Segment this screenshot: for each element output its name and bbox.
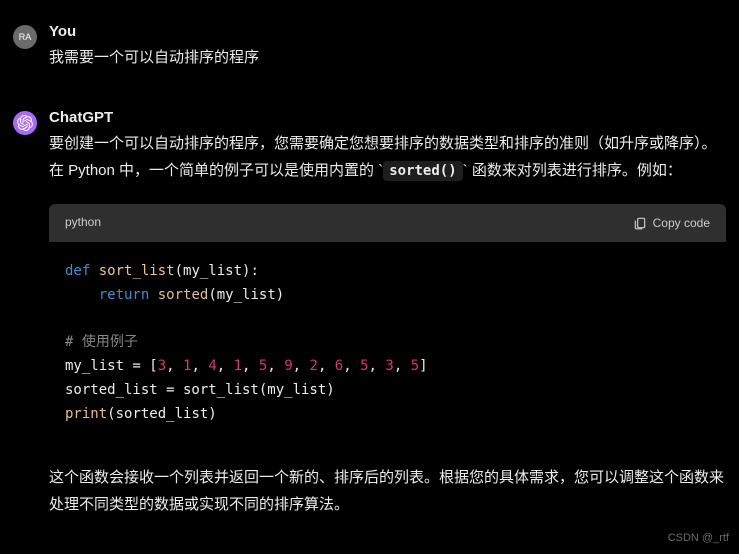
assistant-message-body: ChatGPT 要创建一个可以自动排序的程序，您需要确定您想要排序的数据类型和排… <box>49 109 726 518</box>
code-block: python Copy code def sort_list(my_list):… <box>49 204 726 444</box>
assistant-paragraph-1: 要创建一个可以自动排序的程序，您需要确定您想要排序的数据类型和排序的准则（如升序… <box>49 130 726 184</box>
fn-sig: (my_list): <box>175 263 259 279</box>
chatgpt-icon <box>17 115 33 131</box>
code-language-label: python <box>65 212 101 234</box>
call-args: (my_list) <box>208 287 284 303</box>
user-avatar: RA <box>13 25 37 49</box>
call-sorted: sorted <box>158 287 209 303</box>
user-content: 我需要一个可以自动排序的程序 <box>49 44 726 71</box>
list-close: ] <box>419 358 427 374</box>
assistant-paragraph-2: 这个函数会接收一个列表并返回一个新的、排序后的列表。根据您的具体需求，您可以调整… <box>49 464 726 518</box>
kw-return: return <box>99 287 150 303</box>
user-sender-label: You <box>49 23 726 40</box>
call-print: print <box>65 406 107 422</box>
list-open: my_list = [ <box>65 358 158 374</box>
para1-text-b: 函数来对列表进行排序。例如： <box>468 162 682 179</box>
assistant-message: ChatGPT 要创建一个可以自动排序的程序，您需要确定您想要排序的数据类型和排… <box>13 109 726 518</box>
copy-code-button[interactable]: Copy code <box>633 216 710 230</box>
user-message: RA You 我需要一个可以自动排序的程序 <box>13 23 726 71</box>
code-header: python Copy code <box>49 204 726 242</box>
inline-code: sorted() <box>383 161 462 181</box>
kw-def: def <box>65 263 90 279</box>
avatar-initials: RA <box>19 32 32 42</box>
assistant-avatar <box>13 111 37 135</box>
copy-code-label: Copy code <box>653 216 710 230</box>
number-list: 3, 1, 4, 1, 5, 9, 2, 6, 5, 3, 5 <box>158 358 419 374</box>
print-args: (sorted_list) <box>107 406 217 422</box>
watermark: CSDN @_rtf <box>668 532 729 544</box>
assistant-content: 要创建一个可以自动排序的程序，您需要确定您想要排序的数据类型和排序的准则（如升序… <box>49 130 726 518</box>
assign-line: sorted_list = sort_list(my_list) <box>65 382 335 398</box>
comment: # 使用例子 <box>65 334 138 350</box>
clipboard-icon <box>633 216 647 230</box>
user-message-body: You 我需要一个可以自动排序的程序 <box>49 23 726 71</box>
code-body[interactable]: def sort_list(my_list): return sorted(my… <box>49 242 726 445</box>
assistant-sender-label: ChatGPT <box>49 109 726 126</box>
fn-name: sort_list <box>99 263 175 279</box>
